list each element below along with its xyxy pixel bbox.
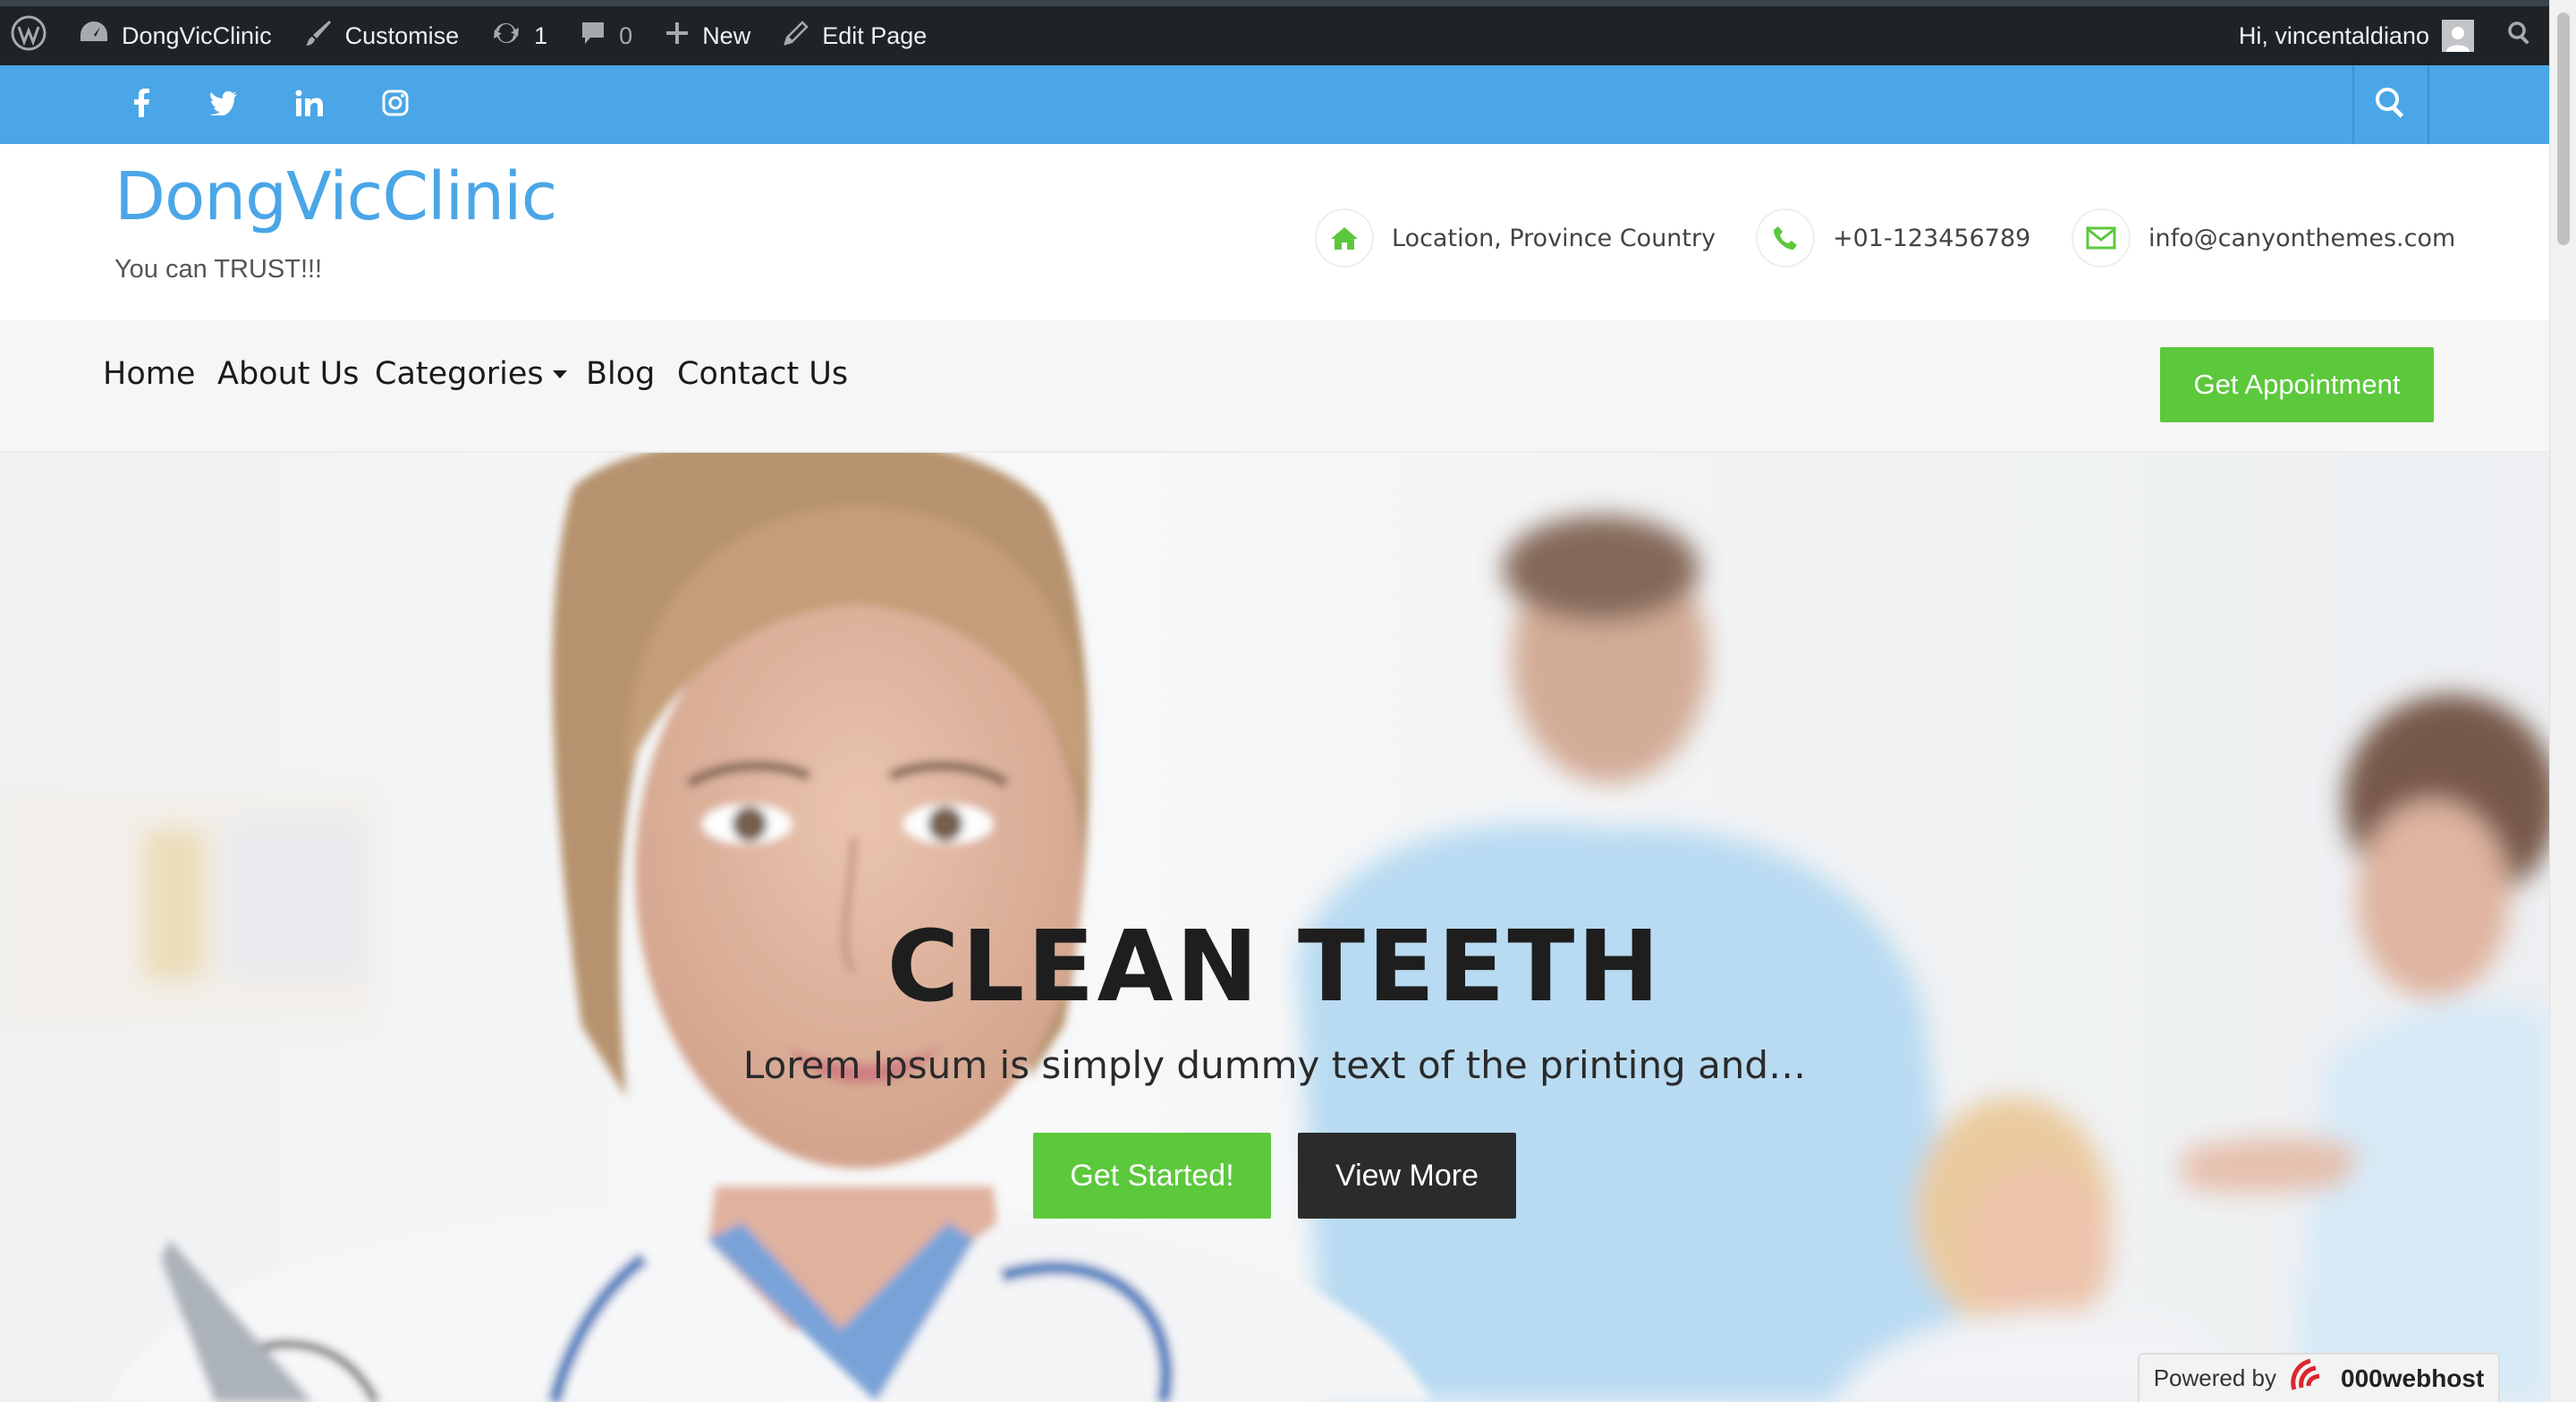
wp-admin-bar: DongVicClinic Customise 1 0 New Edit Pag…	[0, 0, 2549, 65]
social-top-bar	[0, 65, 2549, 144]
view-more-button[interactable]: View More	[1298, 1133, 1516, 1219]
linkedin-link[interactable]	[284, 65, 335, 144]
pencil-icon	[783, 20, 809, 53]
powered-by-badge[interactable]: Powered by 000webhost	[2138, 1353, 2500, 1402]
nav-item-about-us[interactable]: About Us	[217, 356, 359, 392]
powered-by-brand: 000webhost	[2341, 1364, 2485, 1392]
nav-item-label: Contact Us	[677, 356, 849, 392]
comment-icon	[580, 20, 606, 53]
get-appointment-button[interactable]: Get Appointment	[2160, 347, 2434, 422]
admin-greeting: Hi, vincentaldiano	[2238, 21, 2429, 49]
hero-title: CLEAN TEETH	[886, 909, 1663, 1024]
admin-edit-page[interactable]: Edit Page	[767, 6, 943, 65]
search-icon	[2374, 86, 2408, 124]
search-icon	[2506, 20, 2533, 53]
twitter-icon	[209, 90, 238, 120]
header-search-button[interactable]	[2352, 65, 2429, 144]
caret-down-icon	[552, 370, 567, 378]
webhost-logo-icon	[2289, 1357, 2328, 1399]
nav-item-label: Categories	[375, 356, 544, 392]
facebook-link[interactable]	[116, 65, 166, 144]
admin-comments[interactable]: 0	[564, 6, 648, 65]
dashboard-icon	[79, 20, 109, 53]
admin-customise-label: Customise	[344, 21, 460, 49]
plus-icon	[665, 21, 690, 52]
contact-email: info@canyonthemes.com	[2072, 208, 2455, 268]
nav-item-home[interactable]: Home	[103, 356, 195, 392]
admin-new[interactable]: New	[648, 6, 767, 65]
nav-item-label: Blog	[586, 356, 656, 392]
contact-phone-text: +01-123456789	[1833, 224, 2031, 252]
admin-site-name-label: DongVicClinic	[122, 21, 272, 49]
powered-by-label: Powered by	[2153, 1364, 2277, 1391]
main-navigation: Home About Us Categories Blog Contact Us…	[0, 320, 2549, 453]
brush-icon	[304, 19, 333, 54]
instagram-link[interactable]	[370, 65, 420, 144]
nav-item-categories[interactable]: Categories	[375, 356, 567, 392]
nav-item-label: About Us	[217, 356, 360, 392]
admin-site-name[interactable]: DongVicClinic	[63, 6, 288, 65]
wordpress-icon	[11, 15, 47, 57]
admin-updates[interactable]: 1	[475, 6, 564, 65]
instagram-icon	[382, 89, 409, 121]
page-scrollbar[interactable]	[2549, 0, 2576, 1402]
home-icon	[1315, 208, 1374, 268]
contact-location: Location, Province Country	[1315, 208, 1716, 268]
phone-icon	[1756, 208, 1815, 268]
avatar	[2442, 20, 2474, 52]
nav-item-blog[interactable]: Blog	[586, 356, 655, 392]
linkedin-icon	[295, 89, 324, 121]
wp-logo-menu[interactable]	[0, 6, 63, 65]
twitter-link[interactable]	[199, 65, 249, 144]
admin-search[interactable]	[2490, 6, 2549, 65]
site-title[interactable]: DongVicClinic	[114, 158, 557, 235]
admin-new-label: New	[702, 21, 751, 49]
admin-comments-count: 0	[619, 21, 633, 49]
scrollbar-thumb[interactable]	[2557, 13, 2570, 245]
contact-phone: +01-123456789	[1756, 208, 2030, 268]
site-tagline: You can TRUST!!!	[114, 255, 323, 284]
hero-text: Lorem Ipsum is simply dummy text of the …	[742, 1043, 1807, 1087]
nav-item-contact-us[interactable]: Contact Us	[677, 356, 848, 392]
admin-my-account[interactable]: Hi, vincentaldiano	[2223, 6, 2490, 65]
contact-location-text: Location, Province Country	[1392, 224, 1716, 252]
admin-edit-page-label: Edit Page	[822, 21, 928, 49]
nav-item-label: Home	[103, 356, 196, 392]
updates-icon	[491, 20, 521, 53]
hero-slider: CLEAN TEETH Lorem Ipsum is simply dummy …	[0, 453, 2549, 1402]
get-started-button[interactable]: Get Started!	[1033, 1133, 1271, 1219]
facebook-icon	[132, 88, 150, 122]
admin-customise[interactable]: Customise	[288, 6, 476, 65]
admin-updates-count: 1	[534, 21, 548, 49]
envelope-icon	[2072, 208, 2131, 268]
contact-email-text: info@canyonthemes.com	[2148, 224, 2456, 252]
site-header: DongVicClinic You can TRUST!!! Location,…	[0, 144, 2549, 320]
